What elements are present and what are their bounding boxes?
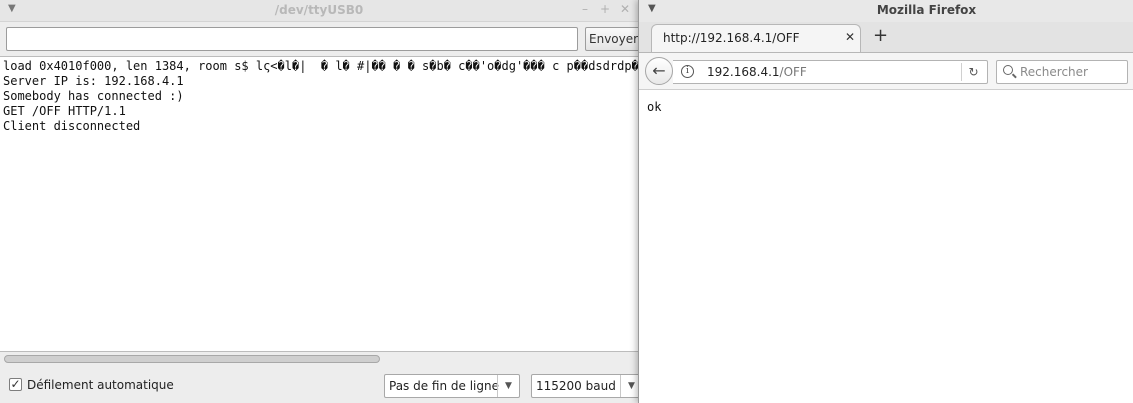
maximize-icon[interactable]: + bbox=[598, 2, 612, 16]
tab-strip: http://192.168.4.1/OFF ✕ + bbox=[639, 22, 1133, 52]
page-content: ok bbox=[639, 91, 1133, 403]
url-text: 192.168.4.1/OFF bbox=[707, 65, 807, 79]
serial-output-area[interactable]: load 0x4010f000, len 1384, room s$ lς<�l… bbox=[0, 56, 638, 352]
close-tab-icon[interactable]: ✕ bbox=[845, 30, 855, 44]
firefox-window-title: Mozilla Firefox bbox=[876, 3, 977, 17]
minimize-icon[interactable]: – bbox=[578, 2, 592, 16]
baud-rate-value: 115200 baud bbox=[536, 379, 616, 393]
serial-output-line: GET /OFF HTTP/1.1 bbox=[3, 104, 126, 118]
horizontal-scrollbar[interactable] bbox=[0, 352, 638, 366]
page-text: ok bbox=[647, 100, 662, 114]
info-icon[interactable]: i bbox=[681, 65, 694, 78]
serial-output-line: Somebody has connected :) bbox=[3, 89, 184, 103]
horizontal-scrollbar-thumb[interactable] bbox=[4, 355, 380, 363]
serial-send-input[interactable] bbox=[6, 27, 578, 51]
line-ending-select[interactable]: Pas de fin de ligne ▼ bbox=[384, 374, 520, 398]
search-placeholder: Rechercher bbox=[1020, 65, 1088, 79]
chevron-down-icon[interactable]: ▼ bbox=[620, 375, 638, 397]
firefox-titlebar[interactable]: ▼ Mozilla Firefox bbox=[639, 0, 1133, 22]
autoscroll-checkbox[interactable]: ✓ bbox=[9, 378, 22, 391]
search-box[interactable]: Rechercher bbox=[996, 60, 1128, 84]
send-button[interactable]: Envoyer bbox=[585, 27, 638, 51]
url-bar[interactable]: i 192.168.4.1/OFF ↻ bbox=[673, 60, 988, 84]
search-icon bbox=[1003, 65, 1013, 75]
baud-rate-select[interactable]: 115200 baud ▼ bbox=[531, 374, 638, 398]
serial-titlebar[interactable]: ▼ /dev/ttyUSB0 – + ✕ bbox=[0, 0, 638, 22]
navigation-toolbar: i 192.168.4.1/OFF ↻ ← Rechercher bbox=[639, 52, 1133, 90]
serial-window-title: /dev/ttyUSB0 bbox=[274, 3, 364, 17]
close-icon[interactable]: ✕ bbox=[618, 2, 632, 16]
new-tab-icon[interactable]: + bbox=[873, 25, 888, 46]
serial-output-line: Server IP is: 192.168.4.1 bbox=[3, 74, 184, 88]
serial-output-line: Client disconnected bbox=[3, 119, 141, 133]
chevron-down-icon[interactable]: ▼ bbox=[497, 375, 519, 397]
firefox-window: ▼ Mozilla Firefox http://192.168.4.1/OFF… bbox=[638, 0, 1133, 403]
url-path: /OFF bbox=[779, 65, 807, 79]
browser-tab[interactable]: http://192.168.4.1/OFF ✕ bbox=[651, 24, 861, 52]
autoscroll-label[interactable]: Défilement automatique bbox=[27, 378, 174, 392]
url-host: 192.168.4.1 bbox=[707, 65, 780, 79]
back-button[interactable]: ← bbox=[645, 57, 673, 85]
serial-output-line: load 0x4010f000, len 1384, room s$ lς<�l… bbox=[3, 59, 638, 73]
arrow-left-icon: ← bbox=[652, 61, 666, 80]
serial-monitor-window: ▼ /dev/ttyUSB0 – + ✕ Envoyer load 0x4010… bbox=[0, 0, 638, 403]
line-ending-value: Pas de fin de ligne bbox=[389, 379, 499, 393]
browser-tab-title: http://192.168.4.1/OFF bbox=[663, 31, 800, 45]
reload-icon[interactable]: ↻ bbox=[961, 63, 985, 81]
